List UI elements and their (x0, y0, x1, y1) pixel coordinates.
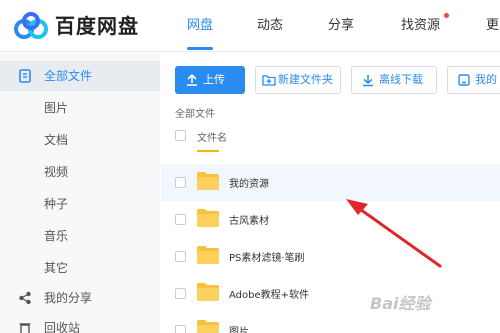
select-all-checkbox[interactable] (175, 130, 186, 141)
notification-dot (444, 13, 449, 18)
row-checkbox[interactable] (175, 251, 186, 262)
upload-button[interactable]: 上传 (175, 66, 245, 94)
nav-tab-activity[interactable]: 动态 (257, 17, 283, 35)
sidebar-item-label: 其它 (44, 261, 69, 275)
upload-icon (187, 74, 197, 86)
share-icon (19, 291, 31, 305)
nav-tab-share[interactable]: 分享 (328, 17, 354, 35)
sidebar-item-recycle-bin[interactable]: 回收站 (0, 313, 160, 333)
sidebar-item-label: 视频 (44, 165, 69, 179)
file-name[interactable]: Adobe教程+软件 (229, 286, 309, 301)
offline-download-button[interactable]: 离线下载 (351, 66, 437, 94)
offline-download-label: 离线下载 (379, 73, 423, 86)
new-folder-label: 新建文件夹 (278, 73, 333, 86)
row-checkbox[interactable] (175, 177, 186, 188)
file-name[interactable]: 图片 (229, 323, 249, 333)
sidebar-item-label: 全部文件 (44, 69, 93, 83)
baidu-netdisk-logo-icon[interactable] (14, 12, 48, 40)
row-checkbox[interactable] (175, 288, 186, 299)
folder-icon (197, 246, 219, 264)
watermark: Bai经验 (370, 294, 431, 313)
sidebar-item-all-files[interactable]: 全部文件 (0, 61, 160, 91)
sidebar-item-label: 图片 (44, 101, 69, 115)
nav-tab-netdisk[interactable]: 网盘 (187, 17, 213, 35)
sidebar-item-other[interactable]: 其它 (0, 253, 160, 283)
nav-tab-more[interactable]: 更 (486, 17, 499, 35)
upload-label: 上传 (203, 73, 225, 86)
folder-list-icon (19, 69, 31, 83)
sidebar-item-label: 音乐 (44, 229, 69, 243)
sidebar-item-images[interactable]: 图片 (0, 93, 160, 123)
download-icon (363, 75, 373, 87)
sort-indicator (197, 150, 219, 152)
table-row[interactable]: 我的资源 (161, 164, 500, 201)
recycle-bin-icon (19, 323, 31, 333)
table-row[interactable]: Adobe教程+软件 (161, 275, 500, 312)
sidebar-item-music[interactable]: 音乐 (0, 221, 160, 251)
table-row[interactable]: 图片 (161, 312, 500, 333)
sidebar-item-videos[interactable]: 视频 (0, 157, 160, 187)
sidebar-item-torrents[interactable]: 种子 (0, 189, 160, 219)
brand-title: 百度网盘 (55, 14, 139, 38)
sidebar-item-documents[interactable]: 文档 (0, 125, 160, 155)
sidebar-item-label: 文档 (44, 133, 69, 147)
device-icon (458, 74, 470, 86)
active-tab-indicator (187, 47, 213, 50)
table-row[interactable]: 古风素材 (161, 201, 500, 238)
sidebar-item-label: 种子 (44, 197, 69, 211)
folder-icon (197, 209, 219, 227)
file-list-panel: 上传 新建文件夹 离线下载 我的 全部文件 文件名 我的资源 古风素材 PS素材… (161, 53, 500, 333)
new-folder-icon (262, 75, 276, 86)
breadcrumb[interactable]: 全部文件 (175, 105, 215, 120)
row-checkbox[interactable] (175, 214, 186, 225)
sidebar-item-label: 我的分享 (44, 291, 93, 305)
my-devices-label: 我的 (475, 73, 497, 86)
new-folder-button[interactable]: 新建文件夹 (255, 66, 341, 94)
file-name[interactable]: PS素材滤镜·笔刷 (229, 249, 305, 264)
file-name[interactable]: 古风素材 (229, 212, 269, 227)
file-name[interactable]: 我的资源 (229, 175, 269, 190)
table-row[interactable]: PS素材滤镜·笔刷 (161, 238, 500, 275)
my-devices-button[interactable]: 我的 (447, 66, 500, 94)
folder-icon (197, 172, 219, 190)
folder-icon (197, 320, 219, 333)
column-header-filename[interactable]: 文件名 (197, 129, 227, 144)
sidebar: 全部文件 图片 文档 视频 种子 音乐 其它 我的分享 回收站 (0, 53, 160, 333)
sidebar-item-label: 回收站 (44, 321, 81, 333)
nav-tab-find-resources[interactable]: 找资源 (401, 17, 440, 35)
top-header: 百度网盘 网盘 动态 分享 找资源 更 (0, 0, 500, 52)
row-checkbox[interactable] (175, 325, 186, 333)
sidebar-item-my-shares[interactable]: 我的分享 (0, 283, 160, 313)
folder-icon (197, 283, 219, 301)
